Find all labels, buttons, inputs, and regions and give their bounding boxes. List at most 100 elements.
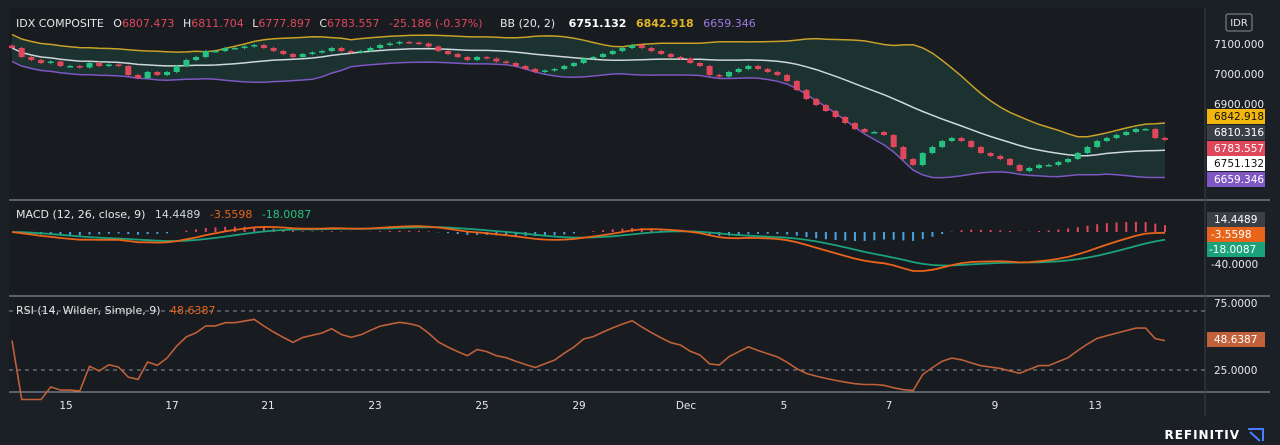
candle-body [861,129,868,132]
candle-body [832,111,839,117]
candle-body [144,72,151,78]
x-label-15: 15 [59,400,72,412]
candle-body [725,72,732,77]
candle-body [377,45,384,48]
candle-body [774,72,781,75]
candle-body [735,69,742,72]
candle-body [619,48,626,51]
candle-body [260,45,267,48]
tag-bb-lower-text: 6659.346 [1214,174,1264,186]
candle-body [532,69,539,72]
candle-body [231,48,238,50]
candle-body [173,66,180,72]
candle-body [28,57,35,60]
candle-body [309,52,316,54]
candle-body [1026,168,1033,171]
chart-svg[interactable]: IDX COMPOSITE O6807.473 H6811.704 L6777.… [0,0,1280,425]
candle-body [425,43,432,47]
rsi-tick-25: 25.0000 [1214,365,1257,377]
candle-body [706,66,713,75]
candle-body [280,51,287,54]
footer-brand: REFINITIV [1164,427,1266,443]
open-label: O [113,17,122,30]
candle-body [1055,162,1062,165]
candle-body [677,57,684,59]
candle-body [764,69,771,72]
candle-body [96,63,103,66]
candle-body [57,61,64,66]
candle-body [493,58,500,62]
candle-body [1036,165,1043,168]
candle-body [1103,138,1110,141]
candle-body [464,57,471,60]
candle-body [958,138,965,141]
candle-body [977,147,984,153]
x-label-23: 23 [368,400,381,412]
rsi-tick-75: 75.0000 [1214,298,1257,310]
candle-body [251,45,258,47]
candle-body [590,57,597,59]
candle-body [67,66,74,68]
macd-hist-legend: 14.4489 [155,208,201,221]
candle-body [687,58,694,63]
brand-label: REFINITIV [1164,428,1240,442]
candle-body [270,48,277,51]
macd-tick-minus40: -40.0000 [1211,259,1258,271]
candle-body [483,57,490,59]
candle-body [289,54,296,57]
candle-body [842,117,849,123]
tag-bb-upper-text: 6842.918 [1214,111,1264,123]
macd-label: MACD (12, 26, close, 9) [16,208,145,221]
x-label-25: 25 [475,400,488,412]
candle-body [987,153,994,156]
candle-body [1152,129,1159,138]
candle-body [1123,132,1130,135]
high-value: 6811.704 [191,17,244,30]
x-label-13: 13 [1088,400,1101,412]
candle-body [222,48,229,51]
tag-close-text: 6783.557 [1214,143,1264,155]
candle-body [570,63,577,66]
candle-body [125,66,132,75]
candle-body [716,75,723,77]
candle-body [1113,135,1120,138]
candle-body [1074,153,1081,159]
candle-body [202,51,209,57]
candle-body [386,43,393,45]
x-label-5: 5 [781,400,788,412]
candle-body [600,54,607,57]
candle-body [1094,141,1101,147]
refinitiv-logo-icon [1248,428,1264,442]
candle-body [658,51,665,54]
macd-legend: MACD (12, 26, close, 9) 14.4489 -3.5598 … [16,208,311,221]
change-value: -25.186 (-0.37%) [389,17,482,30]
candle-body [638,45,645,48]
candle-body [900,147,907,159]
rsi-label: RSI (14, Wilder, Simple, 9) [16,304,161,317]
macd-tag-macd-text: -3.5598 [1211,229,1252,241]
candle-body [1162,138,1168,140]
candle-body [968,141,975,147]
candle-body [435,46,442,51]
close-value: 6783.557 [327,17,380,30]
candle-body [580,58,587,63]
rsi-legend: RSI (14, Wilder, Simple, 9) 48.6387 [16,304,216,317]
candle-body [997,156,1004,159]
low-value: 6777.897 [258,17,311,30]
bb-upper-value: 6842.918 [636,17,694,30]
candle-body [1084,147,1091,153]
candle-body [348,51,355,53]
candle-body [183,60,190,66]
candle-body [164,72,171,75]
bb-lower-value: 6659.346 [703,17,756,30]
candle-body [9,45,15,48]
candle-body [1016,165,1023,171]
bb-label: BB (20, 2) [500,17,555,30]
macd-signal-legend: -18.0087 [262,208,311,221]
candle-body [134,75,141,78]
candle-body [1142,129,1149,131]
x-label-dec: Dec [676,400,697,412]
candle-body [512,63,519,66]
candle-body [474,57,481,60]
candle-body [561,66,568,69]
